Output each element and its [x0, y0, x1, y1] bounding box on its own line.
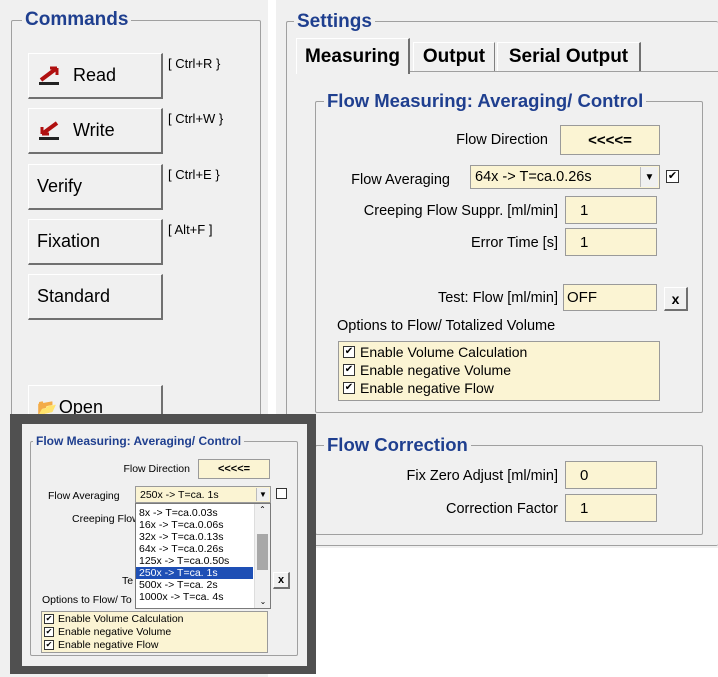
- close-icon: x: [277, 574, 285, 586]
- option-label: Enable negative Volume: [360, 362, 511, 378]
- flow-measuring-title: Flow Measuring: Averaging/ Control: [324, 90, 647, 112]
- chevron-down-icon[interactable]: ▼: [256, 488, 269, 501]
- creeping-flow-field[interactable]: 1: [565, 196, 657, 224]
- close-icon: x: [671, 290, 680, 307]
- option-enable-negative-volume[interactable]: ✔ Enable negative Volume: [343, 362, 511, 378]
- scroll-up-icon[interactable]: ⌃: [255, 504, 270, 516]
- checkbox[interactable]: ✔: [44, 627, 54, 637]
- tab-serial-output[interactable]: Serial Output: [497, 42, 641, 71]
- inset-flow-direction-field[interactable]: <<<<=: [198, 459, 270, 479]
- creeping-flow-value: 1: [580, 201, 589, 219]
- correction-factor-value: 1: [580, 499, 589, 517]
- read-label: Read: [73, 65, 117, 85]
- fix-zero-value: 0: [580, 466, 589, 484]
- inset-title: Flow Measuring: Averaging/ Control: [33, 434, 245, 448]
- tab-output[interactable]: Output: [413, 42, 495, 71]
- inset-flow-direction-value: <<<<=: [217, 463, 251, 475]
- fix-zero-label: Fix Zero Adjust [ml/min]: [406, 468, 558, 484]
- option-enable-negative-flow[interactable]: ✔ Enable negative Flow: [343, 380, 494, 396]
- inset-option-enable-volume-calculation[interactable]: ✔ Enable Volume Calculation: [44, 613, 184, 625]
- checkbox[interactable]: ✔: [343, 346, 355, 358]
- inset-option-enable-negative-volume[interactable]: ✔ Enable negative Volume: [44, 626, 171, 638]
- inset-flow-averaging-select[interactable]: 250x -> T=ca. 1s ▼: [135, 486, 271, 503]
- read-icon: [39, 65, 59, 85]
- dropdown-option[interactable]: 16x -> T=ca.0.06s: [136, 519, 270, 531]
- flow-correction-title: Flow Correction: [324, 434, 471, 456]
- error-time-value: 1: [580, 233, 589, 251]
- standard-label: Standard: [37, 286, 111, 306]
- flow-direction-field[interactable]: <<<<=: [560, 125, 660, 155]
- error-time-label: Error Time [s]: [470, 235, 558, 251]
- verify-button[interactable]: Verify: [28, 164, 163, 210]
- commands-title: Commands: [22, 9, 132, 31]
- inset-test-label: Te: [122, 575, 134, 587]
- dropdown-option[interactable]: 500x -> T=ca. 2s: [136, 579, 270, 591]
- dropdown-option[interactable]: 1000x -> T=ca. 4s: [136, 591, 270, 603]
- verify-shortcut: [ Ctrl+E }: [168, 167, 220, 182]
- options-label: Options to Flow/ Totalized Volume: [337, 318, 556, 334]
- test-flow-value: OFF: [567, 289, 597, 306]
- inset-option-enable-negative-flow[interactable]: ✔ Enable negative Flow: [44, 639, 158, 651]
- checkbox[interactable]: ✔: [44, 614, 54, 624]
- read-shortcut: [ Ctrl+R }: [168, 56, 221, 71]
- scroll-thumb[interactable]: [257, 534, 268, 570]
- test-flow-field[interactable]: OFF: [563, 284, 657, 311]
- test-flow-clear-button[interactable]: x: [664, 287, 688, 311]
- option-label: Enable negative Volume: [58, 626, 172, 638]
- fix-zero-field[interactable]: 0: [565, 461, 657, 489]
- checkbox[interactable]: ✔: [44, 640, 54, 650]
- option-label: Enable Volume Calculation: [360, 344, 528, 360]
- option-label: Enable negative Flow: [58, 639, 159, 651]
- flow-averaging-value: 64x -> T=ca.0.26s: [475, 169, 592, 185]
- fixation-label: Fixation: [37, 231, 101, 251]
- inset-test-clear-button[interactable]: x: [273, 572, 290, 589]
- dropdown-option[interactable]: 8x -> T=ca.0.03s: [136, 507, 270, 519]
- standard-button[interactable]: Standard: [28, 274, 163, 320]
- flow-averaging-checkbox[interactable]: ✔: [666, 170, 679, 183]
- chevron-down-icon[interactable]: ▼: [640, 167, 658, 187]
- write-shortcut: [ Ctrl+W }: [168, 111, 224, 126]
- write-button[interactable]: Write: [28, 108, 163, 154]
- creeping-flow-label: Creeping Flow Suppr. [ml/min]: [363, 203, 558, 219]
- write-label: Write: [73, 120, 115, 140]
- flow-averaging-label: Flow Averaging: [351, 172, 450, 188]
- inset-options-label: Options to Flow/ To: [42, 594, 132, 606]
- flow-direction-value: <<<<=: [588, 131, 632, 149]
- verify-label: Verify: [37, 176, 83, 196]
- dropdown-option-selected[interactable]: 250x -> T=ca. 1s: [136, 567, 253, 579]
- dropdown-option[interactable]: 32x -> T=ca.0.13s: [136, 531, 270, 543]
- checkbox[interactable]: ✔: [343, 382, 355, 394]
- correction-factor-label: Correction Factor: [445, 501, 558, 517]
- fixation-shortcut: [ Alt+F ]: [168, 222, 213, 237]
- write-icon: [39, 120, 59, 140]
- option-label: Enable negative Flow: [360, 380, 494, 396]
- dropdown-scrollbar[interactable]: ⌃ ⌄: [254, 504, 270, 608]
- option-label: Enable Volume Calculation: [58, 613, 184, 625]
- fixation-button[interactable]: Fixation: [28, 219, 163, 265]
- inset-flow-averaging-label: Flow Averaging: [48, 490, 120, 502]
- inset-flow-direction-label: Flow Direction: [123, 463, 190, 475]
- inset-averaging-dropdown-list[interactable]: 8x -> T=ca.0.03s 16x -> T=ca.0.06s 32x -…: [135, 503, 271, 609]
- flow-direction-label: Flow Direction: [456, 132, 548, 148]
- test-flow-label: Test: Flow [ml/min]: [437, 290, 558, 306]
- flow-averaging-select[interactable]: 64x -> T=ca.0.26s ▼: [470, 165, 660, 189]
- dropdown-option[interactable]: 64x -> T=ca.0.26s: [136, 543, 270, 555]
- tab-measuring[interactable]: Measuring: [296, 38, 410, 74]
- scroll-down-icon[interactable]: ⌄: [255, 596, 271, 608]
- error-time-field[interactable]: 1: [565, 228, 657, 256]
- inset-flow-averaging-value: 250x -> T=ca. 1s: [140, 488, 219, 501]
- option-enable-volume-calculation[interactable]: ✔ Enable Volume Calculation: [343, 344, 527, 360]
- correction-factor-field[interactable]: 1: [565, 494, 657, 522]
- inset-flow-averaging-checkbox[interactable]: [276, 488, 287, 499]
- checkbox[interactable]: ✔: [343, 364, 355, 376]
- read-button[interactable]: Read: [28, 53, 163, 99]
- dropdown-option[interactable]: 125x -> T=ca.0.50s: [136, 555, 270, 567]
- settings-title: Settings: [294, 11, 375, 33]
- inset-creeping-label: Creeping Flow: [72, 513, 140, 525]
